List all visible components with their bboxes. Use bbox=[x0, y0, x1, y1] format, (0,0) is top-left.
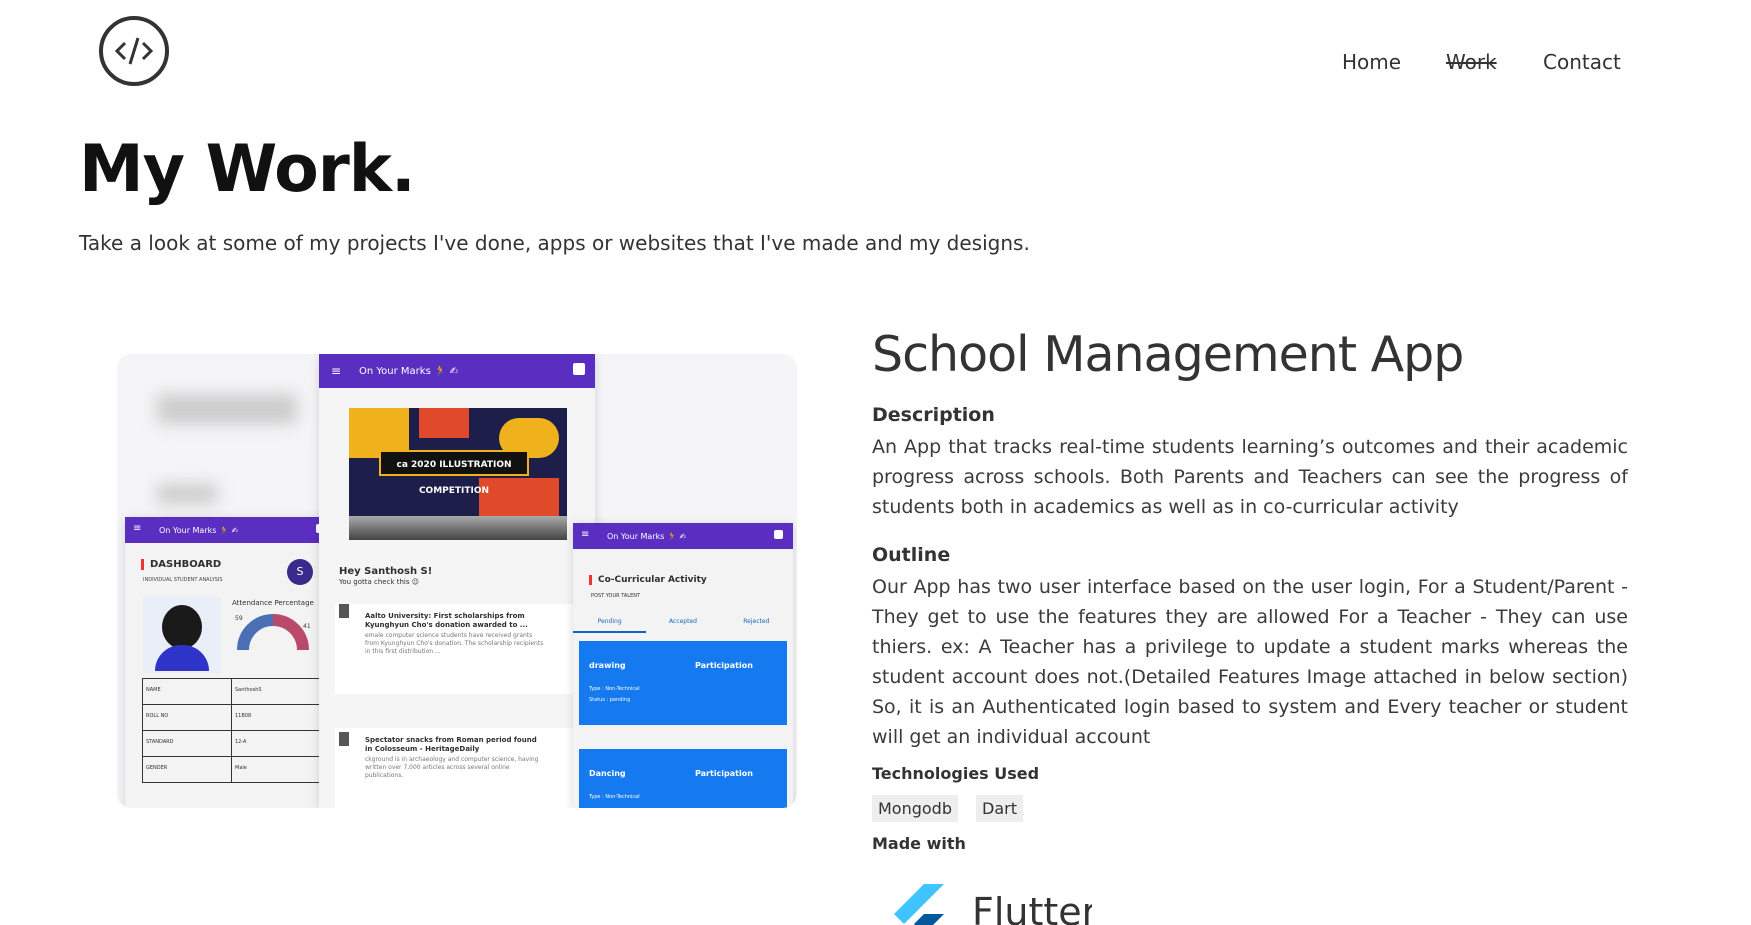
poster-text: ca 2020 ILLUSTRATION COMPETITION bbox=[379, 450, 529, 496]
bookmark-icon[interactable] bbox=[339, 732, 349, 746]
logo[interactable] bbox=[99, 16, 169, 86]
account-icon bbox=[573, 363, 585, 375]
news-body: emale computer science students have rec… bbox=[365, 632, 544, 655]
avatar: S bbox=[287, 559, 313, 585]
blurred-background bbox=[157, 484, 217, 504]
dashboard-subheading: INDIVIDUAL STUDENT ANALYSIS bbox=[143, 577, 223, 583]
account-icon bbox=[774, 530, 783, 539]
student-info-table: NAME SanthoshS ROLL NO 11B08 STANDARD 12… bbox=[142, 678, 323, 783]
table-cell: STANDARD bbox=[143, 731, 232, 756]
attendance-label: Attendance Percentage bbox=[232, 599, 314, 607]
app-bar-title: On Your Marks 🏃 ✍ bbox=[359, 365, 458, 377]
table-cell: SanthoshS bbox=[235, 687, 262, 693]
nav-contact-link[interactable]: Contact bbox=[1543, 50, 1621, 74]
co-curricular-subheading: POST YOUR TALENT bbox=[591, 593, 641, 599]
menu-icon: ≡ bbox=[331, 364, 342, 378]
page-intro: Take a look at some of my projects I've … bbox=[79, 231, 1030, 255]
greeting: Hey Santhosh S! bbox=[339, 566, 433, 577]
outline-label: Outline bbox=[872, 544, 951, 566]
activity-name: Dancing bbox=[589, 769, 626, 778]
activity-type: Type : Non-Technical bbox=[589, 794, 640, 800]
flutter-logo: Flutter bbox=[892, 884, 1092, 925]
project-title: School Management App bbox=[872, 326, 1464, 383]
description-text: An App that tracks real-time students le… bbox=[872, 436, 1628, 518]
co-curricular-screen: ≡ On Your Marks 🏃 ✍ Co-Curricular Activi… bbox=[573, 523, 793, 808]
news-card[interactable]: Aalto University: First scholarships fro… bbox=[335, 604, 585, 694]
tab-rejected[interactable]: Rejected bbox=[720, 613, 793, 633]
nav-home-link[interactable]: Home bbox=[1342, 50, 1401, 74]
activity-tag: Participation bbox=[695, 769, 753, 778]
menu-icon: ≡ bbox=[133, 523, 142, 534]
technologies-label: Technologies Used bbox=[872, 764, 1040, 783]
page-title: My Work. bbox=[79, 132, 416, 207]
description-label: Description bbox=[872, 404, 995, 426]
news-title: Aalto University: First scholarships fro… bbox=[365, 612, 528, 629]
table-cell: Male bbox=[235, 765, 247, 771]
flutter-icon bbox=[894, 884, 944, 925]
activity-card[interactable]: Dancing Participation Type : Non-Technic… bbox=[579, 749, 787, 808]
flutter-wordmark: Flutter bbox=[972, 890, 1092, 925]
tab-pending[interactable]: Pending bbox=[573, 613, 647, 633]
menu-icon: ≡ bbox=[581, 529, 590, 540]
svg-text:59: 59 bbox=[235, 615, 243, 622]
activity-tag: Participation bbox=[695, 661, 753, 670]
activity-name: drawing bbox=[589, 661, 626, 670]
nav-work-link[interactable]: Work bbox=[1446, 50, 1497, 74]
activity-type: Type : Non-Technical bbox=[589, 686, 640, 692]
code-icon bbox=[114, 37, 154, 65]
blurred-background bbox=[157, 394, 297, 424]
tech-chip: Mongodb bbox=[872, 795, 958, 822]
app-bar-title: On Your Marks 🏃 ✍ bbox=[159, 525, 239, 535]
news-card[interactable]: Spectator snacks from Roman period found… bbox=[335, 728, 585, 808]
dashboard-screen: ≡ On Your Marks 🏃 ✍ DASHBOARD INDIVIDUAL… bbox=[125, 517, 335, 808]
table-cell: NAME bbox=[143, 679, 232, 704]
svg-text:41: 41 bbox=[303, 623, 311, 630]
tech-chip: Dart bbox=[976, 795, 1023, 822]
outline-text: Our App has two user interface based on … bbox=[872, 576, 1628, 748]
made-with-label: Made with bbox=[872, 834, 966, 853]
dashboard-heading: DASHBOARD bbox=[141, 559, 221, 570]
activity-card[interactable]: drawing Participation Type : Non-Technic… bbox=[579, 641, 787, 725]
table-cell: 11B08 bbox=[235, 713, 252, 719]
student-photo bbox=[143, 597, 221, 673]
news-body: ckground is in archaeology and computer … bbox=[365, 756, 539, 779]
news-title: Spectator snacks from Roman period found… bbox=[365, 736, 537, 753]
app-bar-title: On Your Marks 🏃 ✍ bbox=[607, 531, 687, 541]
greeting-subtext: You gotta check this 😉 bbox=[339, 578, 420, 586]
project-mockup-image: ≡ On Your Marks 🏃 ✍ DASHBOARD INDIVIDUAL… bbox=[117, 354, 797, 808]
feed-screen: ≡ On Your Marks 🏃 ✍ ca 2020 ILLUSTRATION… bbox=[319, 354, 595, 808]
tab-accepted[interactable]: Accepted bbox=[646, 613, 719, 633]
competition-poster: ca 2020 ILLUSTRATION COMPETITION bbox=[349, 408, 567, 516]
activity-status: Status : pending bbox=[589, 697, 631, 703]
table-cell: 12-A bbox=[235, 739, 247, 745]
co-curricular-heading: Co-Curricular Activity bbox=[589, 575, 707, 585]
attendance-gauge: 59 41 bbox=[235, 614, 311, 651]
table-cell: ROLL NO bbox=[143, 705, 232, 730]
table-cell: GENDER bbox=[143, 757, 232, 782]
bookmark-icon[interactable] bbox=[339, 604, 349, 618]
